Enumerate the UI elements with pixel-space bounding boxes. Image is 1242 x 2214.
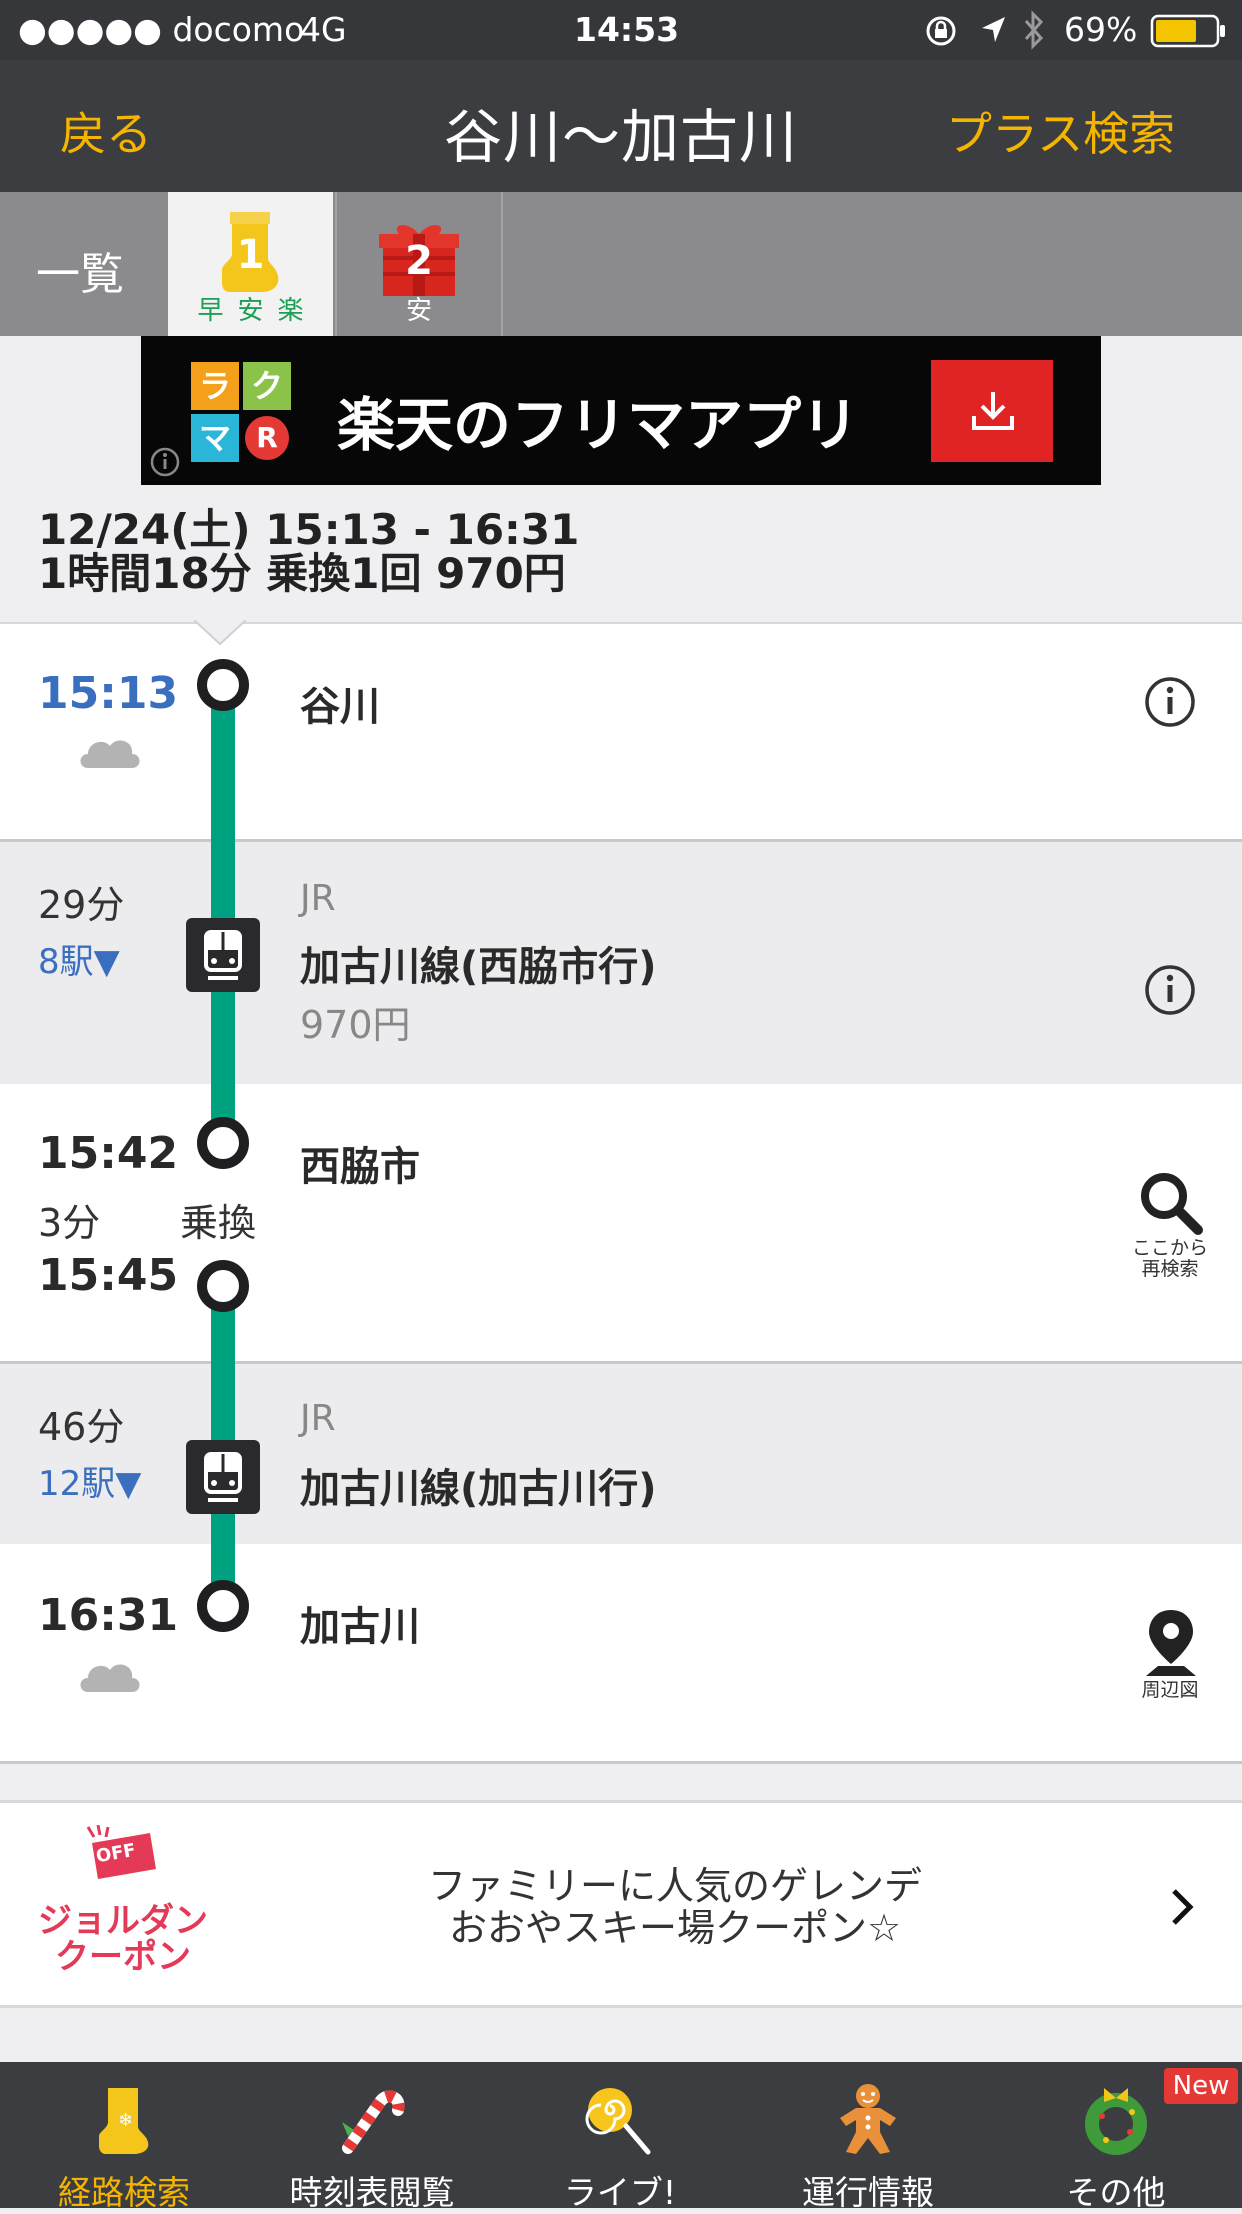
route-2-tags: 安 xyxy=(405,296,432,326)
station-dot-transfer-arrive xyxy=(197,1117,249,1169)
route-1-number: 1 xyxy=(236,232,265,278)
transfer-label: 乗換 xyxy=(180,1201,257,1245)
cloud-icon xyxy=(80,1664,140,1692)
ad-logo-tile-2: ク xyxy=(243,362,291,410)
ad-download-button[interactable] xyxy=(931,360,1053,462)
ad-banner[interactable]: ラ ク マ R 楽天のフリマアプリ xyxy=(141,336,1101,485)
network-type: 4G xyxy=(300,10,347,49)
leg-2-company: JR xyxy=(300,1398,336,1439)
tab-route-1[interactable]: 1 早安楽 xyxy=(168,192,333,336)
coupon-banner[interactable]: OFF ジョルダン クーポン ファミリーに人気のゲレンデ おおやスキー場クーポン… xyxy=(0,1800,1242,2008)
rotation-lock-icon xyxy=(926,16,956,46)
tab-bar-service-info[interactable]: 運行情報 xyxy=(744,2062,992,2212)
research-caption[interactable]: ここから 再検索 xyxy=(1110,1238,1230,1280)
research-caption-line-1: ここから xyxy=(1131,1237,1208,1259)
bluetooth-icon xyxy=(1024,10,1044,50)
chevron-right-icon[interactable] xyxy=(1170,1887,1196,1927)
leg-1-duration: 29分 xyxy=(38,883,125,927)
ad-logo-tile-4: R xyxy=(245,416,289,460)
svg-text:❄: ❄ xyxy=(118,2110,133,2131)
coupon-text-line-2: おおやスキー場クーポン☆ xyxy=(448,1906,902,1950)
ad-logo-tile-1: ラ xyxy=(191,362,239,410)
candy-cane-icon xyxy=(342,2090,405,2154)
battery-icon xyxy=(1150,14,1225,48)
tab-bar-live[interactable]: ライブ! xyxy=(496,2062,744,2212)
lollipop-icon xyxy=(585,2088,651,2155)
arrival-time: 16:31 xyxy=(38,1590,179,1641)
carrier-signal: ●●●●● docomo xyxy=(18,10,305,49)
departure-card: 15:13 谷川 xyxy=(0,622,1242,842)
tab-bar-label-route-search: 経路検索 xyxy=(58,2173,190,2212)
tab-bar-label-service-info: 運行情報 xyxy=(802,2173,934,2212)
download-icon xyxy=(972,392,1014,430)
wreath-icon xyxy=(1085,2088,1147,2155)
transfer-station[interactable]: 西脇市 xyxy=(300,1134,420,1192)
tab-bar-route-search[interactable]: ❄ 経路検索 xyxy=(0,2062,248,2212)
tab-bar-label-live: ライブ! xyxy=(563,2173,677,2212)
departure-station[interactable]: 谷川 xyxy=(300,674,380,732)
nearby-map-caption[interactable]: 周辺図 xyxy=(1110,1680,1230,1701)
tab-list[interactable]: 一覧 xyxy=(0,192,168,336)
leg-2-line[interactable]: 加古川線(加古川行) xyxy=(300,1456,657,1514)
leg-2-duration: 46分 xyxy=(38,1405,125,1449)
tab-bar-other[interactable]: その他 New xyxy=(992,2062,1240,2212)
train-icon xyxy=(186,1440,260,1514)
leg-1-line[interactable]: 加古川線(西脇市行) xyxy=(300,934,657,992)
route-1-tags: 早安楽 xyxy=(197,296,318,326)
route-tabs: 一覧 1 早安楽 2 安 xyxy=(0,192,1242,336)
new-badge: New xyxy=(1164,2068,1238,2104)
leg-1-stops-toggle[interactable]: 8駅▼ xyxy=(38,934,120,983)
route-line-segment-1 xyxy=(211,682,235,1142)
cloud-icon xyxy=(80,740,140,768)
tab-bar-label-timetable: 時刻表閲覧 xyxy=(289,2173,455,2212)
arrival-card: 16:31 加古川 周辺図 xyxy=(0,1544,1242,1764)
coupon-text-line-1: ファミリーに人気のゲレンデ xyxy=(427,1864,922,1908)
coupon-text: ファミリーに人気のゲレンデ おおやスキー場クーポン☆ xyxy=(300,1865,1050,1949)
transfer-depart-time: 15:45 xyxy=(38,1250,179,1301)
leg-1-fare: 970円 xyxy=(300,1003,411,1047)
arrival-station[interactable]: 加古川 xyxy=(300,1594,420,1652)
coupon-brand-line-2: クーポン xyxy=(55,1937,191,1977)
info-icon[interactable] xyxy=(1144,964,1196,1016)
summary-pointer xyxy=(194,620,246,646)
research-caption-line-2: 再検索 xyxy=(1141,1258,1199,1280)
coupon-brand-line-1: ジョルダン xyxy=(38,1901,208,1941)
ad-info-icon[interactable] xyxy=(149,446,181,478)
route-2-number: 2 xyxy=(405,238,433,284)
transfer-wait: 3分 xyxy=(38,1201,101,1245)
station-dot-arrival xyxy=(197,1580,249,1632)
route-summary: 12/24(土) 15:13 - 16:31 1時間18分 乗換1回 970円 xyxy=(38,508,579,596)
plus-search-button[interactable]: プラス検索 xyxy=(946,98,1175,164)
transfer-arrive-time: 15:42 xyxy=(38,1128,179,1179)
station-dot-transfer-depart xyxy=(197,1260,249,1312)
leg-1-company: JR xyxy=(300,878,336,919)
tab-bar: ❄ 経路検索 時刻表閲覧 ライブ! 運行情報 その他 New xyxy=(0,2062,1242,2212)
battery-percent: 69% xyxy=(1064,10,1138,49)
gingerbread-icon xyxy=(840,2084,896,2154)
tab-list-label: 一覧 xyxy=(36,249,124,300)
departure-time: 15:13 xyxy=(38,668,179,719)
tab-route-2[interactable]: 2 安 xyxy=(335,192,503,336)
train-icon xyxy=(186,918,260,992)
info-icon[interactable] xyxy=(1144,676,1196,728)
search-icon[interactable] xyxy=(1138,1170,1204,1236)
route-details: 1時間18分 乗換1回 970円 xyxy=(38,549,566,598)
location-arrow-icon xyxy=(982,17,1005,42)
route-date-time: 12/24(土) 15:13 - 16:31 xyxy=(38,505,580,554)
station-dot-departure xyxy=(197,659,249,711)
status-time: 14:53 xyxy=(574,10,680,49)
tab-bar-timetable[interactable]: 時刻表閲覧 xyxy=(248,2062,496,2212)
map-pin-icon[interactable] xyxy=(1144,1608,1198,1678)
status-bar: ●●●●● docomo 4G 14:53 69% xyxy=(0,0,1242,60)
transfer-card: 15:42 3分 乗換 15:45 西脇市 ここから 再検索 xyxy=(0,1084,1242,1364)
coupon-brand: ジョルダン クーポン xyxy=(28,1903,218,1975)
ad-text: 楽天のフリマアプリ xyxy=(337,391,860,459)
ad-logo-tile-3: マ xyxy=(191,414,239,462)
leg-2-stops-toggle[interactable]: 12駅▼ xyxy=(38,1456,141,1505)
tab-bar-label-other: その他 xyxy=(1066,2173,1166,2212)
boot-icon: ❄ xyxy=(99,2088,149,2154)
navigation-bar: 戻る 谷川〜加古川 プラス検索 xyxy=(0,60,1242,192)
